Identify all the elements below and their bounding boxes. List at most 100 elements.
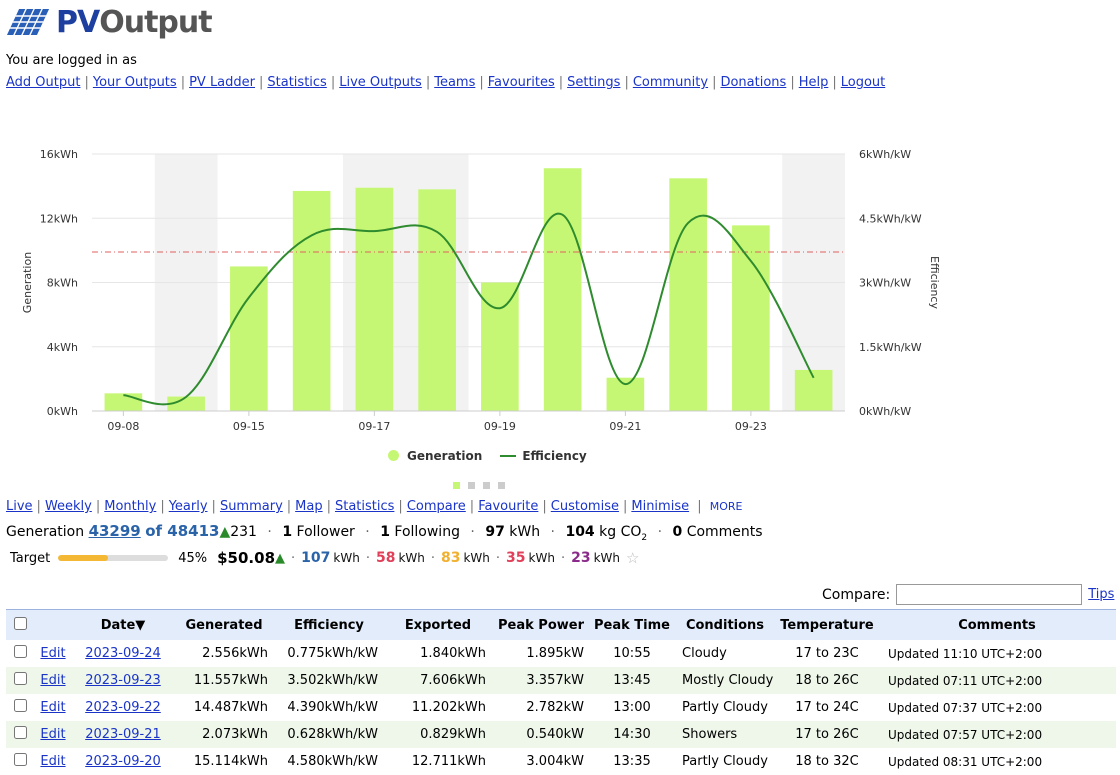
target-value: 83 [441,550,461,566]
subnav-link-minimise[interactable]: Minimise [631,499,689,514]
nav-separator: | [624,75,629,90]
follower-label[interactable]: Follower [297,524,355,540]
subnav-link-monthly[interactable]: Monthly [104,499,156,514]
co2-value: 104 [565,524,595,540]
pvoutput-logo[interactable]: PVOutput [6,4,213,40]
compare-input[interactable] [896,584,1083,605]
header-date[interactable]: Date▼ [72,609,174,640]
login-status: You are logged in as [6,53,137,68]
row-checkbox[interactable] [13,672,27,685]
header-efficiency[interactable]: Efficiency [274,609,384,640]
peak-power-cell: 2.782kW [526,700,584,715]
up-arrow-icon: ▲ [219,524,231,540]
nav-separator: | [84,75,89,90]
star-icon[interactable]: ☆ [626,549,639,567]
select-all-checkbox[interactable] [13,616,27,630]
tips-link[interactable]: Tips [1088,587,1114,602]
subnav-link-map[interactable]: Map [295,499,322,514]
edit-cell: Edit [34,667,72,694]
nav-separator: | [160,499,165,514]
x-tick-label: 09-15 [233,420,265,433]
target-progress-bar [58,555,169,561]
target-unit: kWh [398,551,425,565]
edit-link[interactable]: Edit [40,727,65,742]
kwh-unit: kWh [509,524,541,540]
header-exported[interactable]: Exported [384,609,492,640]
dot-separator: · [657,524,663,540]
subnav-link-statistics[interactable]: Statistics [335,499,394,514]
date-link[interactable]: 2023-09-23 [85,673,161,688]
date-link[interactable]: 2023-09-24 [85,646,161,661]
header-peak-time[interactable]: Peak Time [590,609,674,640]
date-link[interactable]: 2023-09-21 [85,727,161,742]
legend-generation[interactable]: Generation [388,449,482,463]
y-tick-label: 16kWh [40,148,78,161]
more-link[interactable]: MORE [710,500,743,513]
generation-chart: 0kWh 4kWh 8kWh 12kWh 16kWh 0kWh/kW 1.5kWh/kW 3k… [21,148,941,433]
generation-bar [732,225,770,411]
outputs-table: Date▼ Generated Efficiency Exported Peak… [6,609,1116,775]
nav-link-live-outputs[interactable]: Live Outputs [339,75,422,90]
target-unit: kWh [333,551,360,565]
edit-link[interactable]: Edit [40,646,65,661]
header-conditions[interactable]: Conditions [674,609,776,640]
header-temperature[interactable]: Temperature [776,609,878,640]
nav-link-statistics[interactable]: Statistics [267,75,326,90]
nav-link-donations[interactable]: Donations [720,75,786,90]
conditions-cell: Showers [674,721,776,748]
co2-subscript: 2 [641,532,648,543]
dot-separator: · [291,551,296,566]
subnav-link-summary[interactable]: Summary [220,499,283,514]
pager-dot[interactable] [483,482,490,489]
nav-separator: | [697,499,702,514]
comments-cell: Updated 07:57 UTC+2:00 [878,721,1116,748]
subnav-link-live[interactable]: Live [6,499,33,514]
row-checkbox[interactable] [13,699,27,712]
temperature-cell: 17 to 26C [776,721,878,748]
nav-link-logout[interactable]: Logout [841,75,886,90]
date-link[interactable]: 2023-09-22 [85,700,161,715]
nav-link-favourites[interactable]: Favourites [488,75,555,90]
nav-link-help[interactable]: Help [799,75,829,90]
nav-separator: | [712,75,717,90]
chart-pager [453,482,505,489]
header-generated[interactable]: Generated [174,609,274,640]
nav-link-pv-ladder[interactable]: PV Ladder [189,75,255,90]
generation-label: Generation [6,524,85,540]
nav-link-add-output[interactable]: Add Output [6,75,80,90]
legend-efficiency[interactable]: Efficiency [500,449,587,463]
generation-dot-icon [388,450,399,461]
top-nav: Add Output | Your Outputs | PV Ladder | Statis… [6,75,885,90]
subnav-link-weekly[interactable]: Weekly [45,499,92,514]
nav-separator: | [425,75,431,90]
pager-dot[interactable] [468,482,475,489]
pager-dot[interactable] [498,482,505,489]
edit-link[interactable]: Edit [40,673,65,688]
comments-label[interactable]: Comments [687,524,763,540]
header-comments[interactable]: Comments [878,609,1116,640]
generation-value-link[interactable]: 43299 [89,522,141,540]
generation-bar [292,190,331,411]
pager-dot[interactable] [453,482,460,489]
peak-power-cell: 0.540kW [492,721,590,748]
subnav-link-favourite[interactable]: Favourite [478,499,538,514]
edit-link[interactable]: Edit [40,700,65,715]
row-checkbox[interactable] [13,753,27,766]
nav-link-community[interactable]: Community [633,75,708,90]
header-peak-power[interactable]: Peak Power [492,609,590,640]
compare-box: Compare: Tips [822,584,1114,605]
subnav-link-yearly[interactable]: Yearly [169,499,208,514]
subnav-link-customise[interactable]: Customise [551,499,619,514]
following-label[interactable]: Following [394,524,460,540]
nav-link-your-outputs[interactable]: Your Outputs [93,75,177,90]
row-checkbox[interactable] [13,726,27,739]
subnav-link-compare[interactable]: Compare [407,499,466,514]
target-values: · 107 kWh · 58 kWh · 83 kWh · 35 kWh · 23 kWh [285,550,620,566]
nav-separator: | [95,499,101,514]
nav-link-teams[interactable]: Teams [434,75,475,90]
dot-separator: · [550,524,555,540]
efficiency-cell: 0.775kWh/kW [287,646,378,661]
row-checkbox[interactable] [13,645,27,658]
following-count: 1 [380,524,390,540]
nav-link-settings[interactable]: Settings [567,75,620,90]
